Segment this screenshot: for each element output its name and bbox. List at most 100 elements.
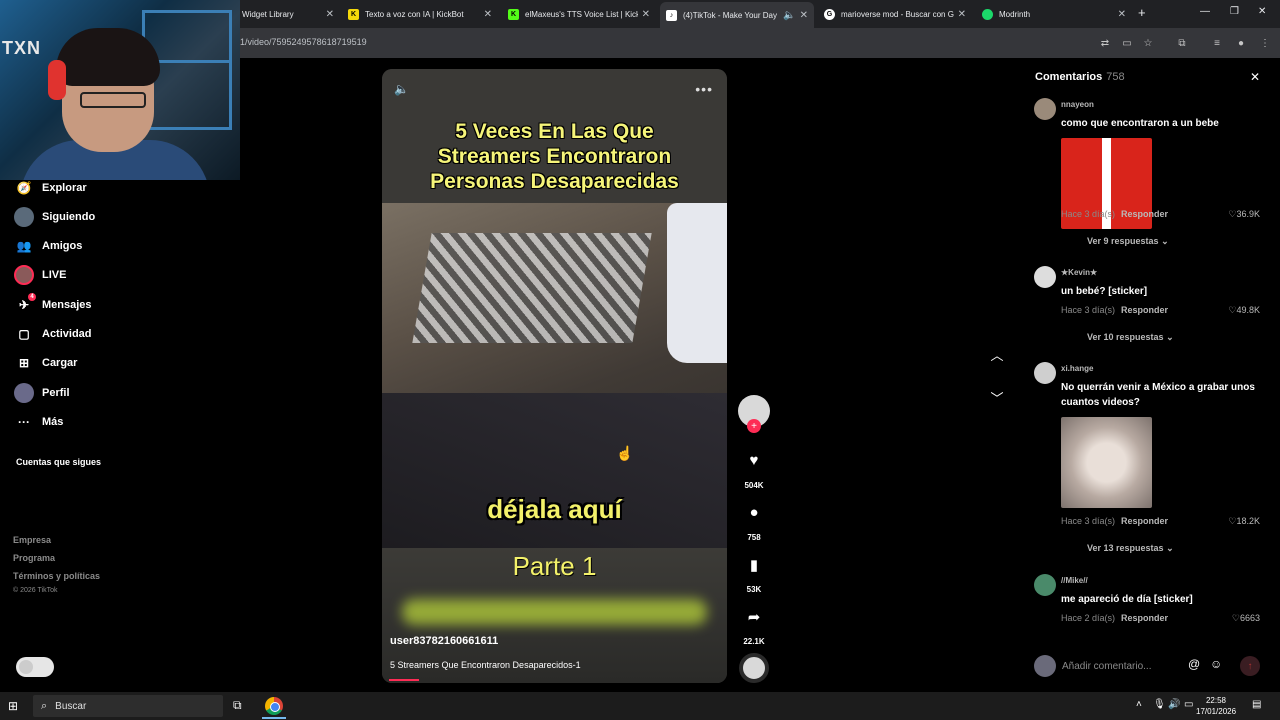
sidebar-item-siguiendo[interactable]: Siguiendo <box>14 206 95 228</box>
comment-input[interactable] <box>1062 656 1182 676</box>
browser-tab[interactable]: Modrinth ✕ <box>976 4 1132 24</box>
footer-link[interactable]: Términos y políticas <box>13 571 100 581</box>
sidebar-item-mas[interactable]: ··· Más <box>14 411 63 433</box>
music-disc-icon[interactable] <box>739 653 769 683</box>
comment-username[interactable]: nnayeon <box>1061 100 1094 109</box>
message-badge: 4 <box>28 293 36 301</box>
commenter-avatar[interactable] <box>1034 98 1056 120</box>
network-icon[interactable]: ▭ <box>1184 699 1193 710</box>
reply-button[interactable]: Responder <box>1121 305 1168 315</box>
menu-dots-icon[interactable]: ⋮ <box>1258 36 1272 50</box>
video-caption-overlay: déjala aquí <box>487 494 622 524</box>
microphone-icon[interactable]: 🎙 <box>1153 699 1166 710</box>
close-icon[interactable]: ✕ <box>958 9 966 20</box>
sidebar-item-cargar[interactable]: ⊞ Cargar <box>14 352 78 374</box>
glasses <box>80 92 146 108</box>
browser-tab[interactable]: Widget Library ✕ <box>236 4 340 24</box>
more-dots-icon: ··· <box>18 415 30 429</box>
kickbot-favicon-icon: K <box>348 8 359 20</box>
close-icon[interactable]: ✕ <box>326 9 334 20</box>
active-app-indicator <box>262 717 286 719</box>
comment-like[interactable]: ♡36.9K <box>1228 209 1260 220</box>
close-icon[interactable]: ✕ <box>1118 9 1126 20</box>
chevron-up-icon[interactable]: ︿ <box>988 345 1006 364</box>
theme-toggle[interactable] <box>16 657 54 677</box>
browser-tab[interactable]: K Texto a voz con IA | KickBot ✕ <box>342 4 498 24</box>
volume-icon[interactable]: 🔈 <box>394 82 409 96</box>
close-icon[interactable]: ✕ <box>1250 70 1260 84</box>
follow-plus-icon[interactable]: + <box>747 419 761 433</box>
comment-like[interactable]: ♡6663 <box>1232 613 1260 624</box>
commenter-avatar[interactable] <box>1034 362 1056 384</box>
reply-button[interactable]: Responder <box>1121 516 1168 526</box>
profile-icon[interactable]: ● <box>1234 36 1248 50</box>
sidebar-item-amigos[interactable]: 👥 Amigos <box>14 235 83 257</box>
url-field[interactable]: 1/video/7595249578618719519 <box>240 37 367 47</box>
footer-link[interactable]: Empresa <box>13 535 51 545</box>
restore-icon[interactable]: ❐ <box>1230 6 1239 17</box>
comment-like[interactable]: ♡49.8K <box>1228 305 1260 316</box>
reply-button[interactable]: Responder <box>1121 613 1168 623</box>
tray-overflow-icon[interactable]: ˄ <box>1136 699 1142 710</box>
view-replies-link[interactable]: Ver 13 respuestas ⌄ <box>1087 543 1174 554</box>
video-progress-bar[interactable] <box>389 679 419 681</box>
send-arrow-icon[interactable]: ↑ <box>1240 656 1260 676</box>
streamer-logo: TXN <box>2 38 41 58</box>
comment-username[interactable]: ★Kevin★ <box>1061 268 1097 277</box>
browser-tab[interactable]: K elMaxeus's TTS Voice List | Kick ✕ <box>502 4 656 24</box>
comment-like[interactable]: ♡18.2K <box>1228 516 1260 527</box>
media-control-icon[interactable]: ≡ <box>1210 36 1224 50</box>
sidebar-item-label: Amigos <box>42 240 83 252</box>
sidebar-item-live[interactable]: LIVE <box>14 264 66 286</box>
share-arrow-icon[interactable]: ➦ <box>740 608 768 626</box>
reply-button[interactable]: Responder <box>1121 209 1168 219</box>
sidebar-item-perfil[interactable]: Perfil <box>14 382 70 404</box>
comment-username[interactable]: //Mike// <box>1061 576 1088 585</box>
browser-tab[interactable]: G marioverse mod - Buscar con G ✕ <box>818 4 972 24</box>
sidebar-item-label: Actividad <box>42 328 92 340</box>
comment-username[interactable]: xi.hange <box>1061 364 1093 373</box>
more-options-icon[interactable]: ••• <box>695 81 713 97</box>
view-replies-link[interactable]: Ver 9 respuestas ⌄ <box>1087 236 1169 247</box>
like-heart-icon[interactable]: ♥ <box>740 452 768 469</box>
video-title-line: Streamers Encontraron <box>437 145 672 168</box>
browser-tab-active[interactable]: ♪ (4)TikTok - Make Your Day 🔈 ✕ <box>660 2 814 28</box>
close-icon[interactable]: ✕ <box>484 9 492 20</box>
new-tab-icon[interactable]: + <box>1138 5 1146 20</box>
minimize-icon[interactable]: — <box>1200 6 1210 17</box>
commenter-avatar[interactable] <box>1034 266 1056 288</box>
extensions-icon[interactable]: ⧉ <box>1175 36 1189 50</box>
sidebar-item-mensajes[interactable]: ✈ 4 Mensajes <box>14 293 92 316</box>
footer-link[interactable]: Programa <box>13 553 55 563</box>
task-view-icon[interactable]: ⧉ <box>233 698 242 713</box>
translate-icon[interactable]: ⇄ <box>1098 36 1112 50</box>
share-count: 22.1K <box>743 637 765 646</box>
windows-taskbar: ⊞ ⌕ Buscar ⧉ ˄ 🎙 🔊 ▭ 22:58 17/01/2026 ▤ <box>0 692 1280 720</box>
tab-label: Widget Library <box>242 9 294 19</box>
chrome-app-icon[interactable] <box>265 697 283 715</box>
bookmark-star-icon[interactable]: ☆ <box>1141 36 1155 50</box>
volume-icon[interactable]: 🔊 <box>1168 699 1180 710</box>
close-icon[interactable]: ✕ <box>642 9 650 20</box>
mention-at-icon[interactable]: @ <box>1188 657 1200 671</box>
close-window-icon[interactable]: ✕ <box>1258 6 1266 17</box>
system-clock[interactable]: 22:58 17/01/2026 <box>1196 695 1236 717</box>
emoji-icon[interactable]: ☺ <box>1210 657 1222 671</box>
taskbar-search[interactable]: ⌕ Buscar <box>33 695 223 717</box>
comment-count: 758 <box>747 533 761 542</box>
close-icon[interactable]: ✕ <box>800 10 808 21</box>
commenter-avatar[interactable] <box>1034 574 1056 596</box>
tab-label: Texto a voz con IA | KickBot <box>365 9 464 19</box>
video-player[interactable]: 🔈 ••• 5 Veces En Las Que Streamers Encon… <box>382 69 727 683</box>
cast-icon[interactable]: ▭ <box>1120 36 1134 50</box>
sidebar-item-actividad[interactable]: ▢ Actividad <box>14 323 92 345</box>
bookmark-icon[interactable]: ▮ <box>740 556 768 574</box>
chevron-down-icon[interactable]: ﹀ <box>988 388 1006 407</box>
comment-bubble-icon[interactable]: ● <box>740 504 768 521</box>
windows-start-icon[interactable]: ⊞ <box>8 699 18 713</box>
notifications-icon[interactable]: ▤ <box>1252 699 1261 710</box>
speaker-icon[interactable]: 🔈 <box>783 10 795 21</box>
sidebar-item-explorar[interactable]: 🧭 Explorar <box>14 177 87 199</box>
view-replies-link[interactable]: Ver 10 respuestas ⌄ <box>1087 332 1174 343</box>
video-author[interactable]: user83782160661611 <box>390 635 498 647</box>
